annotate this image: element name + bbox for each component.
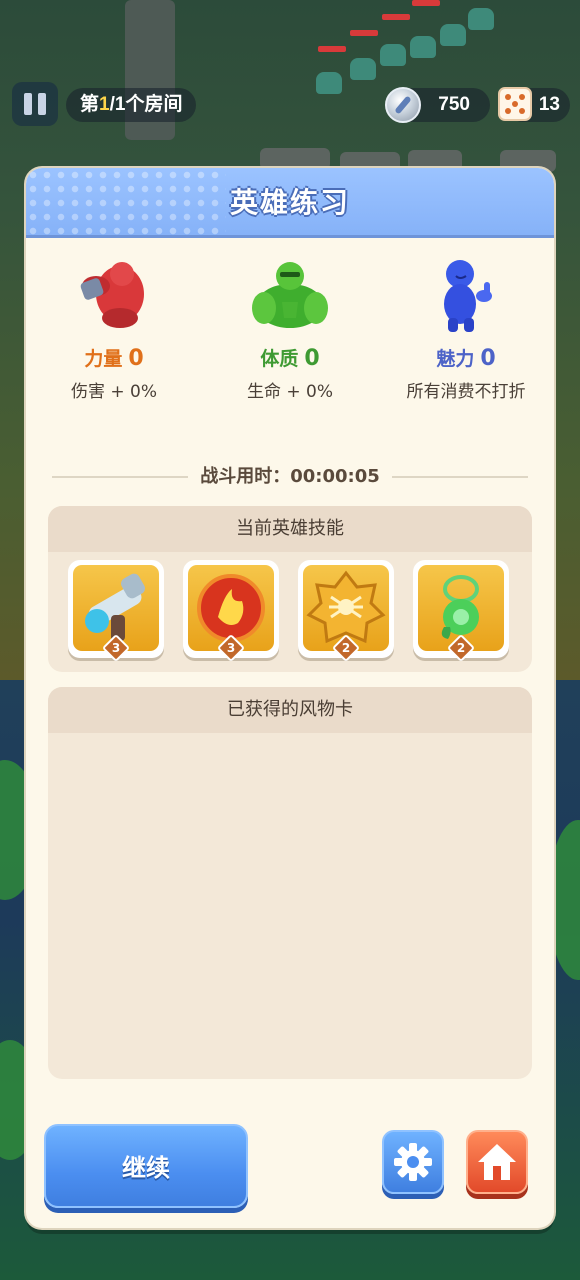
skill-card-pendant[interactable]: 2 [413,560,509,663]
enemy-health-bar [412,0,440,6]
battle-time-row: 战斗用时：00:00:05 [52,460,528,494]
green-muscle-hero-icon [250,256,330,336]
stat-name: 力量 [84,348,123,370]
home-button[interactable] [466,1130,528,1194]
skills-section-title: 当前英雄技能 [48,506,532,552]
silver-coin-icon [385,87,421,123]
red-muscle-hero-icon [74,256,154,336]
room-progress: 第1/1个房间 [66,88,197,122]
home-icon [478,1144,516,1180]
relics-section-title: 已获得的风物卡 [48,687,532,733]
pause-icon-bar [38,93,46,115]
enemy-figure [350,58,376,80]
stat-desc: 伤害 + 0% [70,382,158,402]
stat-desc: 生命 + 0% [246,382,334,402]
enemy-health-bar [382,14,410,20]
enemy-figure [316,72,342,94]
skill-level: 3 [226,641,236,655]
enemy-health-bar [350,30,378,36]
enemy-figure [468,8,494,30]
coins-value: 750 [438,94,470,115]
stat-name: 魅力 [436,348,475,370]
skill-card-spider-badge[interactable]: 2 [298,560,394,663]
skill-card-fire-orb[interactable]: 3 [183,560,279,663]
room-suffix: /1个房间 [109,94,183,115]
skill-level: 2 [456,641,466,655]
skill-level: 2 [341,641,351,655]
battle-time-label: 战斗用时： [200,466,291,487]
stat-desc: 所有消费不打折 [406,382,526,402]
room-prefix: 第 [80,94,100,115]
blue-thumbs-up-hero-icon [426,256,506,336]
pause-button[interactable] [12,82,58,126]
stat-charm: 魅力 0 所有消费不打折 [378,256,554,402]
dice-value: 13 [538,94,560,115]
gear-icon [394,1143,432,1181]
panel-title: 英雄练习 [229,186,350,219]
dice-icon [498,87,532,121]
enemy-health-bar [318,46,346,52]
enemy-figure [380,44,406,66]
pause-icon-bar [24,93,32,115]
hero-practice-panel: 英雄练习 力量 0 伤害 + 0% 体质 0 生命 + 0% 魅力 0 所有消费… [26,168,554,1228]
stat-value: 0 [304,346,320,371]
stat-value: 0 [480,346,496,371]
rock [260,148,330,170]
skills-list: 3 3 2 2 [68,560,512,663]
stat-value: 0 [128,346,144,371]
relic-cards-section: 已获得的风物卡 [48,687,532,1079]
stat-name: 体质 [260,348,299,370]
room-current: 1 [99,94,110,115]
stat-strength: 力量 0 伤害 + 0% [26,256,202,402]
continue-button[interactable]: 继续 [44,1124,248,1208]
battle-time-value: 00:00:05 [290,466,380,487]
panel-header: 英雄练习 [26,168,554,238]
skill-level: 3 [111,641,121,655]
enemy-figure [410,36,436,58]
stat-constitution: 体质 0 生命 + 0% [202,256,378,402]
hero-skills-section: 当前英雄技能 3 3 2 2 [48,506,532,672]
settings-button[interactable] [382,1130,444,1194]
enemy-figure [440,24,466,46]
skill-card-blaster[interactable]: 3 [68,560,164,663]
